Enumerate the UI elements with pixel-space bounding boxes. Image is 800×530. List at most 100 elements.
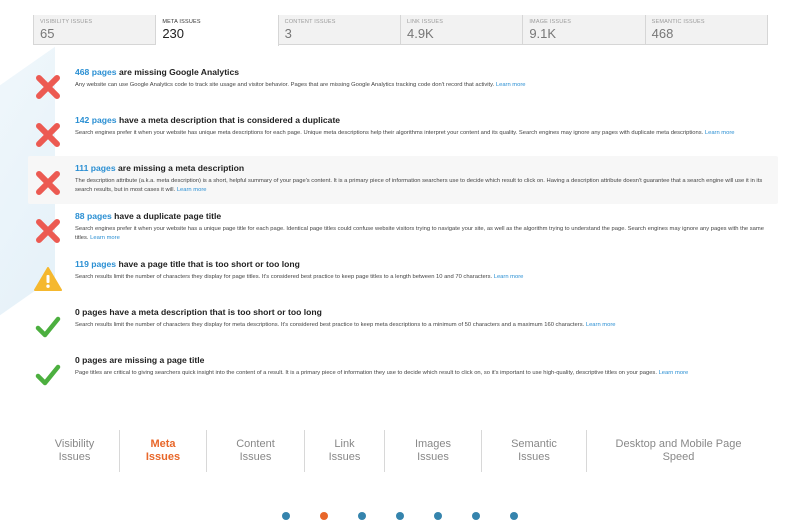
learn-more-link[interactable]: Learn more [494, 274, 524, 280]
nav-item-meta[interactable]: Meta Issues [120, 430, 207, 472]
issue-description-text: Page titles are critical to giving searc… [75, 370, 657, 376]
nav-item-desktop[interactable]: Desktop and Mobile Page Speed [587, 430, 770, 472]
nav-item-line1: Visibility [54, 438, 95, 450]
nav-item-label: Visibility Issues [55, 438, 95, 464]
nav-item-images[interactable]: Images Issues [385, 430, 482, 472]
pagination-dot[interactable] [396, 512, 404, 520]
issue-count[interactable]: 88 pages [75, 211, 112, 221]
tab-title: Visibility Issues [40, 19, 93, 25]
issue-title-text: have a meta description that is consider… [116, 115, 341, 125]
pagination-dot[interactable] [320, 512, 328, 520]
issue-title: 111 pages are missing a meta description [75, 162, 770, 174]
issue-title: 119 pages have a page title that is too … [75, 258, 770, 270]
learn-more-link[interactable]: Learn more [659, 370, 689, 376]
pagination-dot[interactable] [472, 512, 480, 520]
pagination-dot[interactable] [282, 512, 290, 520]
issue-body: 111 pages are missing a meta description… [75, 162, 770, 194]
issue-count[interactable]: 119 pages [75, 259, 116, 269]
nav-item-link[interactable]: Link Issues [305, 430, 385, 472]
x-icon [33, 216, 63, 246]
issue-title-text: have a duplicate page title [111, 211, 222, 221]
nav-item-semantic[interactable]: Semantic Issues [482, 430, 587, 472]
learn-more-link[interactable]: Learn more [177, 187, 207, 193]
nav-item-line2: Issues [58, 451, 91, 463]
tab-visibility-issues[interactable]: Visibility Issues 65 [34, 15, 157, 44]
issue-row: 0 pages are missing a page title Page tit… [28, 348, 778, 396]
issue-title-text: have a page title that is too short or t… [116, 259, 300, 269]
issue-row: 111 pages are missing a meta description… [28, 156, 778, 204]
issue-description-text: Search results limit the number of chara… [75, 274, 493, 280]
issue-description-text: Search engines prefer it when your websi… [75, 130, 704, 136]
issue-title: 142 pages have a meta description that i… [75, 114, 770, 126]
learn-more-link[interactable]: Learn more [705, 130, 735, 136]
issue-body: 88 pages have a duplicate page title Sear… [75, 210, 770, 242]
tab-image-issues[interactable]: Image Issues 9.1K [523, 15, 646, 44]
tab-count: 65 [40, 26, 55, 41]
tab-title: Link Issues [406, 19, 444, 25]
pagination-dot[interactable] [358, 512, 366, 520]
issue-count[interactable]: 468 pages [75, 67, 117, 77]
issue-title: 88 pages have a duplicate page title [75, 210, 770, 222]
nav-item-line1: Semantic [511, 438, 557, 450]
tab-meta-issues[interactable]: Meta Issues 230 [156, 15, 279, 46]
nav-item-line2: Speed [662, 451, 695, 463]
nav-item-line2: Issues [518, 451, 550, 463]
issue-title: 0 pages are missing a page title [75, 354, 770, 366]
nav-item-label: Meta Issues [146, 438, 180, 464]
nav-item-visibility[interactable]: Visibility Issues [30, 430, 120, 472]
issue-row: 468 pages are missing Google Analytics An… [28, 60, 778, 108]
issue-title-text: have a meta description that is too shor… [107, 307, 322, 317]
issue-count[interactable]: 111 pages [75, 163, 116, 173]
issue-description: Search results limit the number of chara… [75, 321, 770, 330]
issue-row: 142 pages have a meta description that i… [28, 108, 778, 156]
issue-description: Page titles are critical to giving searc… [75, 369, 770, 378]
nav-item-line1: Content [236, 438, 275, 450]
tab-title: Meta Issues [162, 19, 201, 25]
nav-item-label: Images Issues [415, 438, 451, 464]
issue-body: 0 pages are missing a page title Page tit… [75, 354, 770, 378]
issue-list: 468 pages are missing Google Analytics An… [28, 60, 778, 396]
nav-item-label: Link Issues [329, 438, 361, 464]
bottom-section-nav: Visibility Issues Meta Issues Content Issues L… [30, 430, 770, 472]
learn-more-link[interactable]: Learn more [586, 322, 616, 328]
check-icon [33, 312, 63, 342]
pagination-dot[interactable] [434, 512, 442, 520]
issue-description: Any website can use Google Analytics cod… [75, 81, 770, 90]
tab-count: 4.9K [406, 26, 434, 41]
issue-category-tabs: Visibility Issues 65 Meta Issues 230 Content… [33, 15, 768, 46]
tab-semantic-issues[interactable]: Semantic Issues 468 [645, 15, 767, 44]
nav-item-line2: Issues [145, 451, 181, 463]
tab-content-issues[interactable]: Content Issues 3 [278, 15, 401, 44]
issue-row: 119 pages have a page title that is too … [28, 252, 778, 300]
tab-count: 9.1K [529, 26, 557, 41]
warning-icon [33, 264, 63, 294]
issue-body: 142 pages have a meta description that i… [75, 114, 770, 138]
pagination-dot[interactable] [510, 512, 518, 520]
nav-item-content[interactable]: Content Issues [207, 430, 305, 472]
x-icon [33, 168, 63, 198]
issue-body: 119 pages have a page title that is too … [75, 258, 770, 282]
issue-body: 468 pages are missing Google Analytics An… [75, 66, 770, 90]
issue-row: 0 pages have a meta description that is … [28, 300, 778, 348]
issue-title-text: are missing Google Analytics [116, 67, 239, 77]
carousel-pagination [0, 512, 800, 520]
issue-title-text: are missing a page title [107, 355, 205, 365]
nav-item-line1: Link [334, 438, 355, 450]
issue-description-text: Search results limit the number of chara… [75, 322, 585, 328]
nav-item-label: Semantic Issues [511, 438, 557, 464]
tab-title: Content Issues [284, 19, 336, 25]
tab-count: 230 [162, 26, 185, 41]
issue-count: 0 pages [75, 355, 108, 365]
learn-more-link[interactable]: Learn more [496, 82, 526, 88]
issue-count[interactable]: 142 pages [75, 115, 117, 125]
nav-item-line1: Meta [150, 438, 176, 450]
x-icon [33, 72, 63, 102]
issue-description-text: Any website can use Google Analytics cod… [75, 82, 495, 88]
nav-item-line1: Desktop and Mobile Page [615, 438, 742, 450]
nav-item-line1: Images [414, 438, 452, 450]
issue-description: Search engines prefer it when your websi… [75, 129, 770, 138]
tab-link-issues[interactable]: Link Issues 4.9K [400, 15, 524, 44]
issue-title-text: are missing a meta description [115, 163, 245, 173]
learn-more-link[interactable]: Learn more [90, 235, 120, 241]
nav-item-line2: Issues [328, 451, 361, 463]
